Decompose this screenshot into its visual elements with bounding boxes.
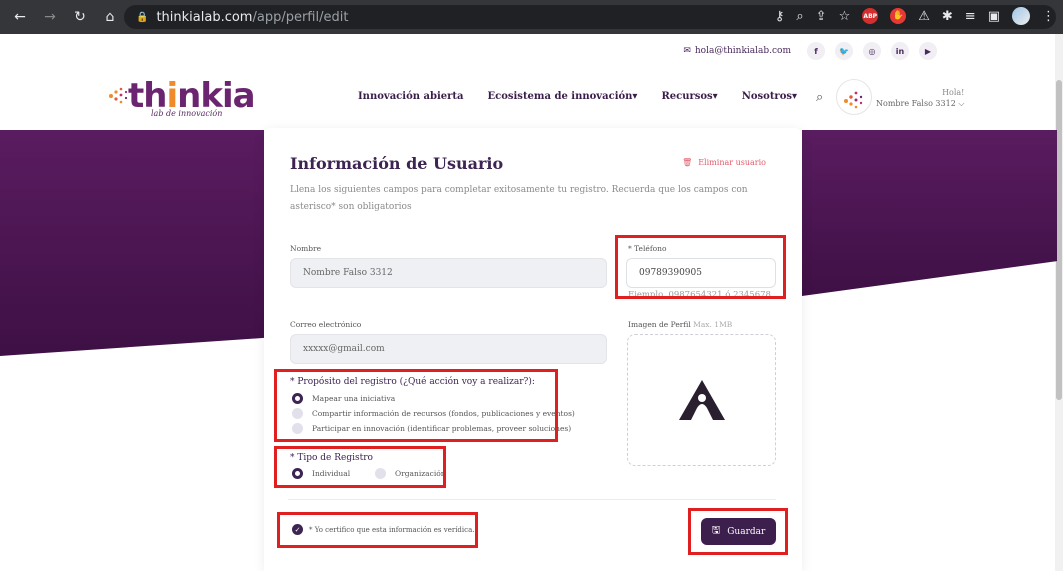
highlight-save	[688, 508, 788, 555]
home-icon[interactable]: ⌂	[100, 9, 120, 25]
profile-avatar[interactable]	[1012, 7, 1030, 25]
envelope-icon: ✉	[683, 46, 691, 56]
highlight-registration-type	[274, 446, 446, 488]
instagram-icon[interactable]: ◎	[863, 42, 881, 60]
highlight-purpose	[274, 369, 558, 442]
adblock-icon[interactable]: ABP	[862, 8, 879, 24]
image-label: Imagen de Perfil Max. 1MB	[628, 320, 732, 329]
email-field[interactable]: xxxxx@gmail.com	[290, 334, 607, 364]
puzzle-icon[interactable]: ✱	[942, 9, 953, 24]
share-icon[interactable]: ⇪	[816, 9, 827, 24]
youtube-icon[interactable]: ▶	[919, 42, 937, 60]
facebook-icon[interactable]: f	[807, 42, 825, 60]
lock-icon: 🔒	[136, 11, 149, 23]
zoom-icon[interactable]: ⌕	[796, 9, 803, 24]
user-menu[interactable]: Hola! Nombre Falso 3312 ⌵	[876, 87, 964, 109]
sidepanel-icon[interactable]: ▣	[988, 9, 1000, 24]
logo-tagline: lab de innovación	[151, 109, 223, 118]
divider	[288, 499, 776, 500]
form-description: Llena los siguientes campos para complet…	[290, 185, 748, 212]
key-icon[interactable]: ⚷	[775, 9, 785, 24]
url-host: thinkialab.com	[156, 9, 253, 25]
forward-icon[interactable]: →	[40, 9, 60, 25]
browser-nav: ← → ↻ ⌂	[0, 9, 120, 25]
image-label-text: Imagen de Perfil	[628, 320, 691, 329]
reload-icon[interactable]: ↻	[70, 9, 90, 25]
delete-user-label: Eliminar usuario	[698, 158, 766, 167]
highlight-phone	[615, 235, 786, 299]
browser-toolbar: ← → ↻ ⌂ 🔒 thinkialab.com/app/perfil/edit…	[0, 0, 1063, 34]
contact-bar: ✉ hola@thinkialab.com f 🐦 ◎ in ▶	[683, 42, 937, 60]
stop-extension-icon[interactable]: ✋	[890, 8, 907, 24]
hero-band-right	[802, 130, 1057, 296]
profile-image-icon	[678, 380, 725, 420]
email-text: hola@thinkialab.com	[694, 46, 791, 56]
image-size-hint: Max. 1MB	[693, 320, 733, 329]
profile-form-card: Información de Usuario 🗑 Eliminar usuari…	[264, 128, 802, 571]
highlight-certify	[277, 512, 478, 548]
user-name: Nombre Falso 3312 ⌵	[876, 99, 965, 108]
email-link[interactable]: ✉ hola@thinkialab.com	[683, 46, 791, 56]
bell-extension-icon[interactable]: ⚠	[918, 9, 930, 24]
email-label: Correo electrónico	[290, 320, 362, 329]
playlist-icon[interactable]: ≡	[965, 9, 976, 24]
user-greeting: Hola!	[942, 88, 965, 97]
user-avatar[interactable]	[836, 79, 872, 115]
url-path: /app/perfil/edit	[252, 9, 349, 25]
browser-actions: ⚷ ⌕ ⇪ ☆ ABP ✋ ⚠ ✱ ≡ ▣ ⋮	[775, 7, 1055, 25]
page-title: Información de Usuario	[290, 154, 504, 173]
name-label: Nombre	[290, 244, 322, 253]
logo-dots-icon	[109, 87, 128, 104]
delete-user-button[interactable]: 🗑 Eliminar usuario	[682, 158, 766, 167]
profile-image-upload[interactable]	[627, 334, 776, 466]
search-icon[interactable]: ⌕	[816, 90, 823, 105]
avatar-dots-icon	[844, 91, 863, 109]
name-field[interactable]: Nombre Falso 3312	[290, 258, 607, 288]
scrollbar[interactable]	[1055, 34, 1063, 571]
nav-item-ecosistema[interactable]: Ecosistema de innovación▾	[488, 91, 638, 102]
main-nav: Innovación abierta Ecosistema de innovac…	[358, 91, 797, 102]
nav-item-nosotros[interactable]: Nosotros▾	[742, 91, 797, 102]
thinkia-logo[interactable]: thinkia lab de innovación	[108, 76, 258, 122]
hero-band-left	[0, 130, 264, 356]
trash-icon: 🗑	[682, 158, 693, 167]
linkedin-icon[interactable]: in	[891, 42, 909, 60]
menu-icon[interactable]: ⋮	[1042, 9, 1055, 24]
twitter-icon[interactable]: 🐦	[835, 42, 853, 60]
nav-item-innovacion-abierta[interactable]: Innovación abierta	[358, 91, 464, 102]
back-icon[interactable]: ←	[10, 9, 30, 25]
star-icon[interactable]: ☆	[839, 9, 851, 24]
nav-item-recursos[interactable]: Recursos▾	[661, 91, 717, 102]
